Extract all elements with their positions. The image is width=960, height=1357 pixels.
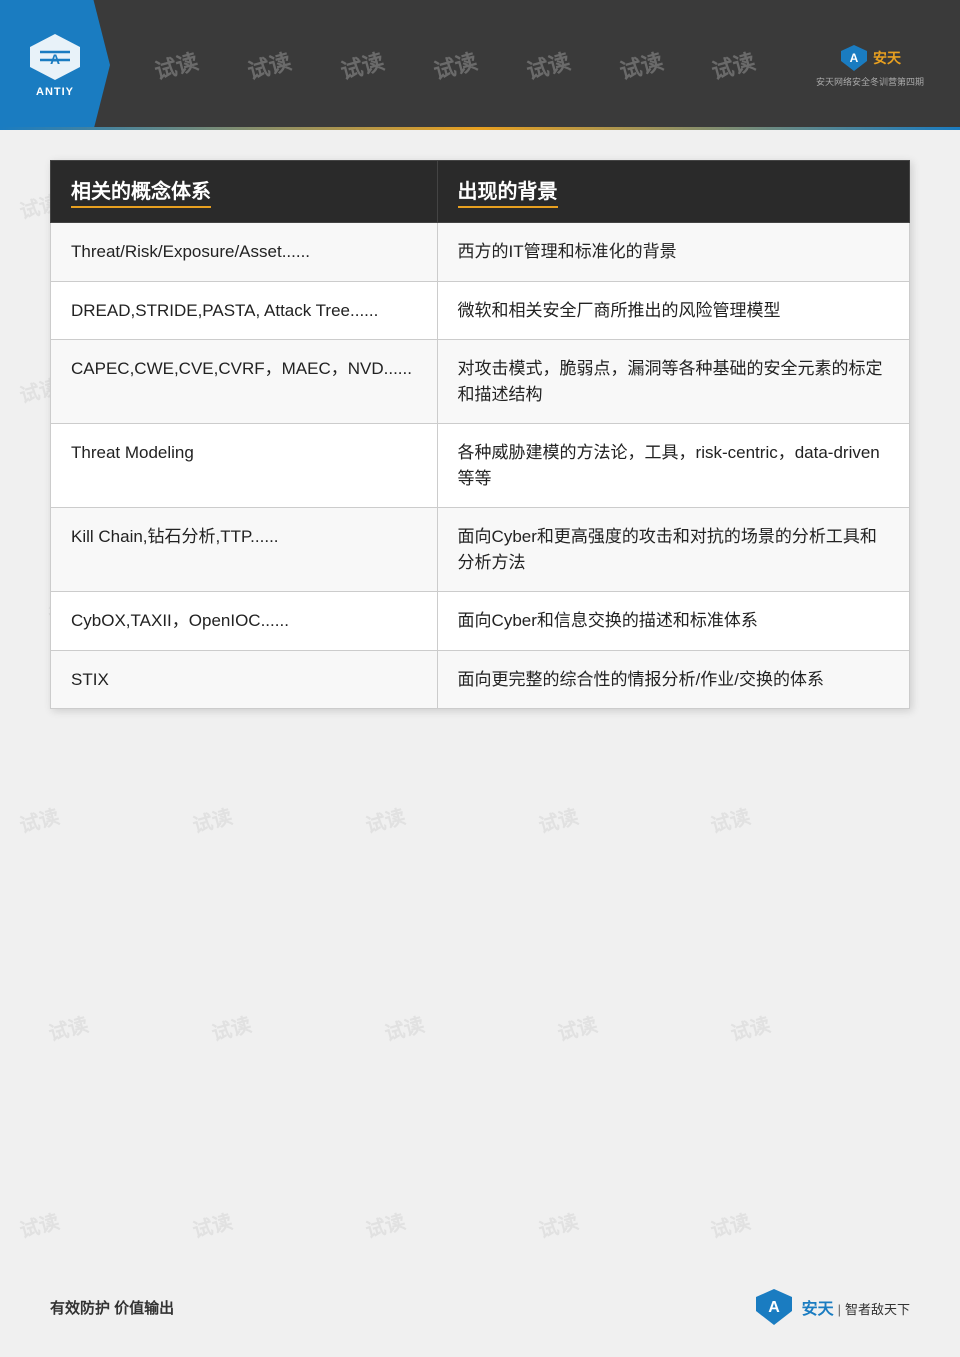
footer-right: A 安天 | 智者敌天下 bbox=[754, 1287, 910, 1327]
antiy-shield-icon: A bbox=[839, 43, 869, 73]
svg-text:A: A bbox=[768, 1299, 780, 1316]
company-name: 安天 bbox=[873, 48, 901, 68]
body-watermark-26: 试读 bbox=[16, 1205, 62, 1243]
wm-3: 试读 bbox=[337, 44, 388, 86]
svg-text:A: A bbox=[850, 51, 859, 65]
header-right-logo: A 安天 安天网络安全冬训营第四期 bbox=[800, 25, 940, 105]
table-cell-left: Threat/Risk/Exposure/Asset...... bbox=[51, 223, 438, 282]
logo-text: ANTIY bbox=[36, 86, 74, 98]
company-subtitle: 安天网络安全冬训营第四期 bbox=[816, 75, 924, 88]
body-watermark-25: 试读 bbox=[727, 1009, 773, 1047]
body-watermark-28: 试读 bbox=[362, 1205, 408, 1243]
table-cell-left: CAPEC,CWE,CVE,CVRF，MAEC，NVD...... bbox=[51, 340, 438, 424]
footer-shield-icon: A bbox=[754, 1287, 794, 1327]
table-row: CAPEC,CWE,CVE,CVRF，MAEC，NVD......对攻击模式，脆… bbox=[51, 340, 910, 424]
table-cell-right: 各种威胁建模的方法论，工具，risk-centric，data-driven等等 bbox=[437, 424, 909, 508]
body-watermark-30: 试读 bbox=[707, 1205, 753, 1243]
table-cell-left: Threat Modeling bbox=[51, 424, 438, 508]
header-border bbox=[0, 127, 960, 130]
table-row: Threat Modeling各种威胁建模的方法论，工具，risk-centri… bbox=[51, 424, 910, 508]
body-watermark-19: 试读 bbox=[535, 800, 581, 838]
antiy-logo-icon: A bbox=[25, 32, 85, 82]
table-cell-right: 微软和相关安全厂商所推出的风险管理模型 bbox=[437, 281, 909, 340]
header-watermarks: 试读 试读 试读 试读 试读 试读 试读 bbox=[110, 49, 800, 81]
table-row: DREAD,STRIDE,PASTA, Attack Tree......微软和… bbox=[51, 281, 910, 340]
table-cell-left: DREAD,STRIDE,PASTA, Attack Tree...... bbox=[51, 281, 438, 340]
footer-brand: 安天 | 智者敌天下 bbox=[802, 1295, 910, 1319]
table-cell-right: 面向Cyber和更高强度的攻击和对抗的场景的分析工具和分析方法 bbox=[437, 508, 909, 592]
wm-5: 试读 bbox=[522, 44, 573, 86]
wm-2: 试读 bbox=[244, 44, 295, 86]
body-watermark-21: 试读 bbox=[45, 1009, 91, 1047]
table-row: Kill Chain,钻石分析,TTP......面向Cyber和更高强度的攻击… bbox=[51, 508, 910, 592]
table-cell-left: STIX bbox=[51, 650, 438, 709]
col2-header: 出现的背景 bbox=[437, 161, 909, 223]
col1-header: 相关的概念体系 bbox=[51, 161, 438, 223]
table-cell-right: 面向更完整的综合性的情报分析/作业/交换的体系 bbox=[437, 650, 909, 709]
table-cell-left: Kill Chain,钻石分析,TTP...... bbox=[51, 508, 438, 592]
table-header-row: 相关的概念体系 出现的背景 bbox=[51, 161, 910, 223]
body-watermark-16: 试读 bbox=[16, 800, 62, 838]
body-watermark-29: 试读 bbox=[535, 1205, 581, 1243]
body-watermark-22: 试读 bbox=[208, 1009, 254, 1047]
main-content: 相关的概念体系 出现的背景 Threat/Risk/Exposure/Asset… bbox=[50, 160, 910, 709]
logo-box: A ANTIY bbox=[0, 0, 110, 130]
table-cell-right: 西方的IT管理和标准化的背景 bbox=[437, 223, 909, 282]
table-row: STIX面向更完整的综合性的情报分析/作业/交换的体系 bbox=[51, 650, 910, 709]
wm-4: 试读 bbox=[430, 44, 481, 86]
header-brand: A 安天 bbox=[839, 43, 901, 73]
body-watermark-20: 试读 bbox=[707, 800, 753, 838]
footer-left-text: 有效防护 价值输出 bbox=[50, 1297, 174, 1318]
wm-6: 试读 bbox=[615, 44, 666, 86]
body-watermark-27: 试读 bbox=[189, 1205, 235, 1243]
wm-1: 试读 bbox=[151, 44, 202, 86]
body-watermark-23: 试读 bbox=[381, 1009, 427, 1047]
wm-7: 试读 bbox=[708, 44, 759, 86]
body-watermark-24: 试读 bbox=[554, 1009, 600, 1047]
body-watermark-18: 试读 bbox=[362, 800, 408, 838]
table-row: Threat/Risk/Exposure/Asset......西方的IT管理和… bbox=[51, 223, 910, 282]
body-watermark-17: 试读 bbox=[189, 800, 235, 838]
table-cell-right: 对攻击模式，脆弱点，漏洞等各种基础的安全元素的标定和描述结构 bbox=[437, 340, 909, 424]
footer-antiy-text: 安天 bbox=[802, 1295, 834, 1319]
header: A ANTIY 试读 试读 试读 试读 试读 试读 试读 A 安天 安天网络安全… bbox=[0, 0, 960, 130]
concept-table: 相关的概念体系 出现的背景 Threat/Risk/Exposure/Asset… bbox=[50, 160, 910, 709]
table-row: CybOX,TAXII，OpenIOC......面向Cyber和信息交换的描述… bbox=[51, 592, 910, 651]
footer-slogan-text: 智者敌天下 bbox=[845, 1299, 910, 1318]
table-cell-left: CybOX,TAXII，OpenIOC...... bbox=[51, 592, 438, 651]
footer: 有效防护 价值输出 A 安天 | 智者敌天下 bbox=[50, 1287, 910, 1327]
table-cell-right: 面向Cyber和信息交换的描述和标准体系 bbox=[437, 592, 909, 651]
